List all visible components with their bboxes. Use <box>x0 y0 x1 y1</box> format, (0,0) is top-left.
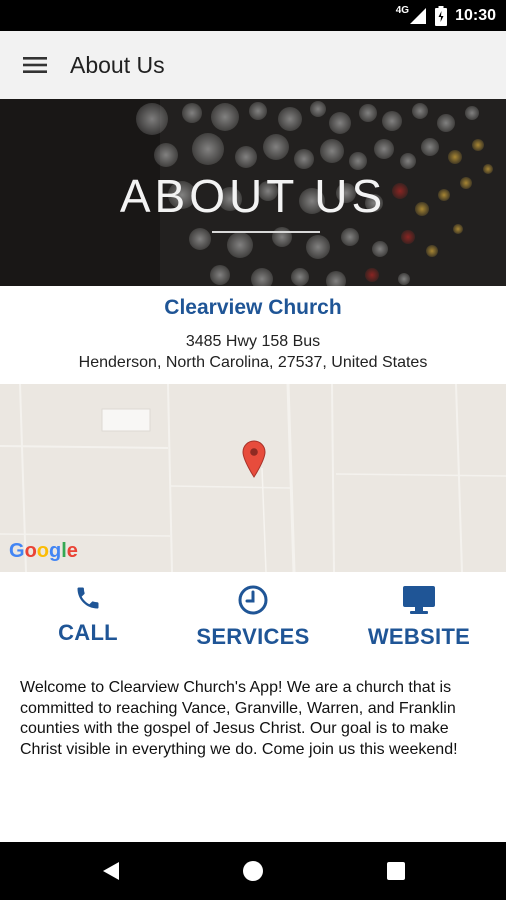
page-title: About Us <box>70 51 165 78</box>
hero-banner: ABOUT US <box>0 99 506 286</box>
back-triangle-icon <box>103 862 119 880</box>
monitor-icon <box>403 586 435 614</box>
call-label: CALL <box>58 620 118 645</box>
system-nav-bar <box>0 842 506 900</box>
church-name: Clearview Church <box>164 296 342 319</box>
website-button[interactable]: WEBSITE <box>357 584 481 650</box>
address-line-2: Henderson, North Carolina, 27537, United… <box>78 354 428 371</box>
home-button[interactable] <box>223 842 283 900</box>
signal-icon <box>410 7 427 24</box>
home-circle-icon <box>243 861 263 881</box>
map-pin-icon[interactable] <box>242 440 266 478</box>
network-type-label: 4G <box>395 5 410 16</box>
clock-icon <box>238 585 268 615</box>
website-label: WEBSITE <box>367 624 471 649</box>
call-button[interactable]: CALL <box>30 584 146 646</box>
church-description: Welcome to Clearview Church's App! We ar… <box>20 679 458 758</box>
back-button[interactable] <box>81 842 141 900</box>
status-bar: 4G 10:30 <box>0 0 506 31</box>
app-bar: About Us <box>0 31 506 99</box>
services-label: SERVICES <box>196 624 310 649</box>
phone-icon <box>77 587 99 609</box>
hero-title: ABOUT US <box>119 170 387 222</box>
recents-button[interactable] <box>366 842 426 900</box>
battery-icon <box>435 5 448 26</box>
status-time: 10:30 <box>455 6 496 24</box>
services-button[interactable]: SERVICES <box>180 584 326 650</box>
hamburger-menu-icon <box>23 57 47 73</box>
hero-divider <box>212 231 320 233</box>
google-attribution: Google <box>9 540 78 562</box>
recents-square-icon <box>387 862 405 880</box>
menu-button[interactable] <box>0 31 70 99</box>
address-line-1: 3485 Hwy 158 Bus <box>185 333 321 350</box>
